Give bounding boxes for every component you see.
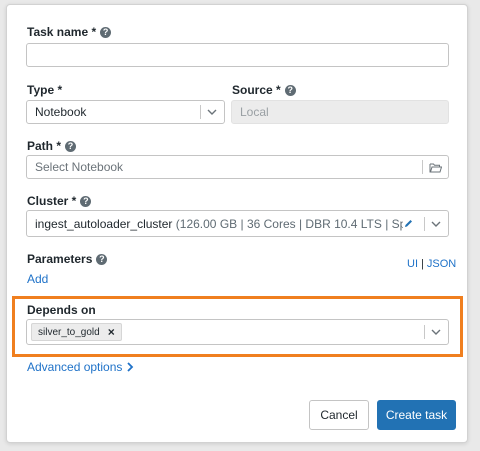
task-name-label: Task name * ? (27, 25, 112, 39)
cancel-button[interactable]: Cancel (309, 400, 369, 430)
json-toggle[interactable]: JSON (427, 258, 456, 270)
help-icon[interactable]: ? (96, 253, 108, 265)
chevron-down-icon (207, 109, 217, 115)
cluster-label: Cluster * ? (27, 194, 92, 208)
field-separator (424, 216, 425, 231)
field-separator (422, 160, 423, 174)
folder-icon[interactable] (429, 162, 442, 173)
help-icon[interactable]: ? (100, 26, 112, 38)
type-select[interactable]: Notebook (26, 100, 225, 124)
parameters-label: Parameters ? (27, 252, 108, 266)
create-task-button[interactable]: Create task (377, 400, 456, 430)
type-label: Type * (27, 83, 63, 97)
path-label: Path * ? (27, 139, 77, 153)
parameters-mode-toggle: UI | JSON (407, 258, 456, 270)
path-input[interactable]: Select Notebook (26, 155, 449, 179)
help-icon[interactable]: ? (65, 140, 77, 152)
help-icon[interactable]: ? (80, 195, 92, 207)
depends-on-highlight-box (12, 296, 463, 357)
chevron-down-icon (431, 221, 441, 227)
pencil-icon[interactable] (403, 218, 414, 229)
ui-toggle[interactable]: UI (407, 258, 418, 270)
select-separator (200, 105, 201, 119)
chevron-right-icon (127, 362, 134, 372)
source-label: Source * ? (232, 83, 296, 97)
create-task-dialog: Task name * ? Type * Notebook Source * ?… (6, 4, 468, 443)
cluster-name: ingest_autoloader_cluster (35, 216, 173, 231)
help-icon[interactable]: ? (284, 84, 296, 96)
toggle-divider: | (421, 258, 424, 270)
cluster-select[interactable]: ingest_autoloader_cluster (126.00 GB | 3… (26, 210, 449, 237)
task-name-input[interactable] (26, 43, 449, 67)
source-field: Local (231, 100, 449, 124)
advanced-options-link[interactable]: Advanced options (27, 360, 134, 374)
cluster-details: (126.00 GB | 36 Cores | DBR 10.4 LTS | S… (175, 216, 403, 231)
add-parameter-link[interactable]: Add (27, 272, 48, 286)
